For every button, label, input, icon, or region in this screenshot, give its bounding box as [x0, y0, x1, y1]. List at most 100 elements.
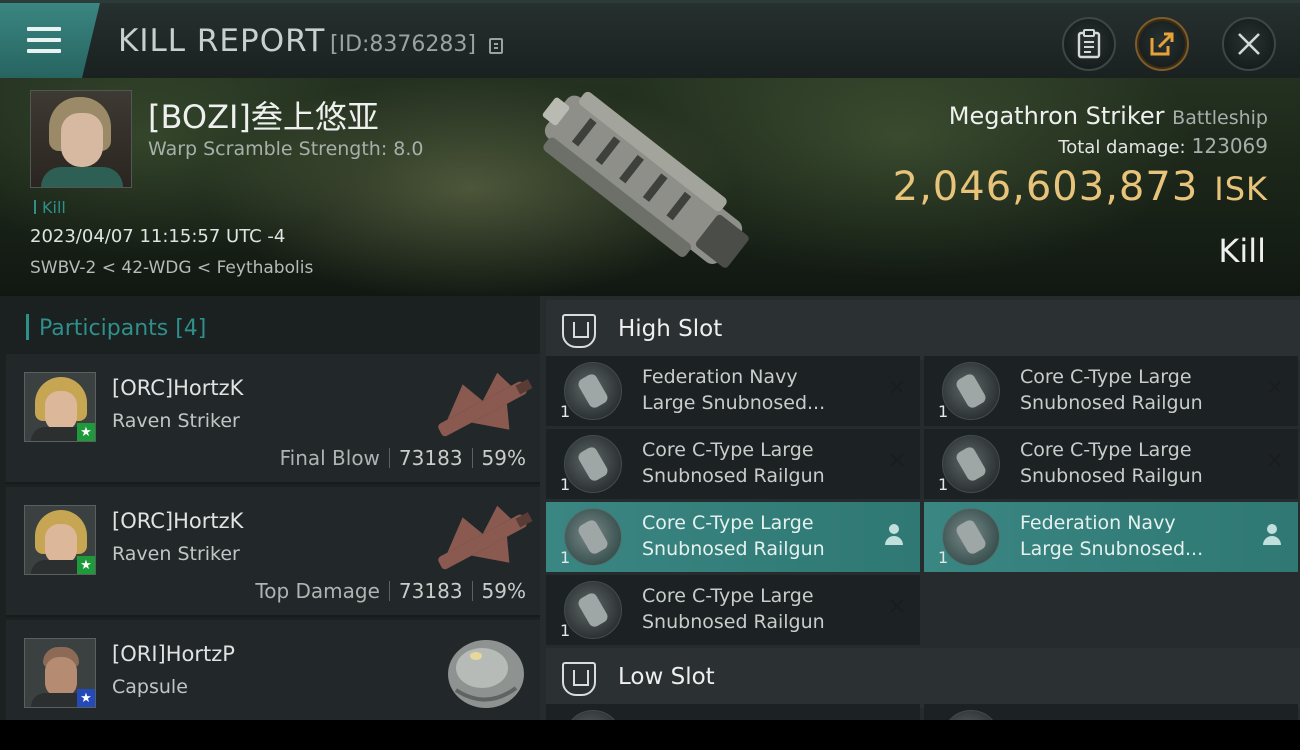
kill-location[interactable]: SWBV-2 < 42-WDG < Feythabolis: [30, 258, 313, 278]
module-name-line: Snubnosed Railgun: [642, 611, 825, 633]
participant-row[interactable]: ★ [ORI]HortzP Capsule: [6, 620, 540, 720]
low-slot-header[interactable]: Low Slot: [546, 648, 1300, 708]
report-id: [ID:8376283]: [330, 32, 476, 57]
low-slot-title: Low Slot: [618, 664, 715, 690]
menu-button[interactable]: [0, 3, 100, 78]
participant-name: [ORC]HortzK: [112, 376, 244, 400]
module-name-line: Core C-Type Large: [642, 439, 814, 461]
destroyed-x-icon: ✕: [887, 376, 906, 401]
module-item-dropped[interactable]: 1 Core C-Type Large Snubnosed Railgun: [546, 502, 920, 572]
stat-divider: [388, 581, 390, 601]
clipboard-button[interactable]: [1062, 17, 1116, 71]
participant-ship-image: [438, 372, 533, 437]
victim-ship-name[interactable]: Megathron Striker Battleship: [949, 102, 1268, 130]
railgun-icon: [942, 435, 1000, 493]
avatar: ★: [24, 505, 96, 575]
participant-row[interactable]: ★ [ORC]HortzK Raven Striker Final Blow 73…: [6, 354, 540, 484]
participant-row[interactable]: ★ [ORC]HortzK Raven Striker Top Damage 73…: [6, 487, 540, 617]
module-item[interactable]: [924, 704, 1298, 720]
participant-name: [ORI]HortzP: [112, 642, 235, 666]
header-bar: KILL REPORT [ID:8376283]: [0, 0, 1300, 78]
participants-panel: Participants [4] ★ [ORC]HortzK Raven Str…: [0, 296, 540, 720]
module-item[interactable]: 1 Core C-Type Large Snubnosed Railgun ✕: [546, 575, 920, 645]
module-item[interactable]: 1 Core C-Type Large Snubnosed Railgun ✕: [546, 429, 920, 499]
module-name-line: Snubnosed Railgun: [642, 465, 825, 487]
module-quantity: 1: [938, 475, 949, 494]
high-slot-header[interactable]: High Slot: [546, 300, 1300, 360]
module-name: Core C-Type Large Snubnosed Railgun: [1020, 437, 1250, 489]
module-quantity: 1: [560, 475, 571, 494]
victim-portrait[interactable]: [30, 90, 132, 188]
module-icon: [564, 710, 622, 720]
isk-unit: ISK: [1214, 170, 1268, 208]
module-name: Federation Navy Large Snubnosed...: [1020, 510, 1250, 562]
railgun-icon: [942, 508, 1000, 566]
standing-star-icon: ★: [77, 556, 95, 574]
module-item[interactable]: 1 Core C-Type Large Snubnosed Railgun ✕: [924, 356, 1298, 426]
avatar: ★: [24, 638, 96, 708]
module-item[interactable]: [546, 704, 920, 720]
module-item-dropped[interactable]: 1 Federation Navy Large Snubnosed...: [924, 502, 1298, 572]
destroyed-x-icon: ✕: [1265, 449, 1284, 474]
module-name: Core C-Type Large Snubnosed Railgun: [642, 510, 872, 562]
kill-datetime: 2023/04/07 11:15:57 UTC -4: [30, 226, 286, 247]
portrait-face: [61, 113, 103, 167]
module-name-line: Federation Navy: [1020, 512, 1176, 534]
railgun-icon: [564, 362, 622, 420]
capsule-image: [448, 640, 524, 708]
module-name-line: Snubnosed Railgun: [642, 538, 825, 560]
hamburger-icon: [27, 27, 61, 31]
close-icon: [1238, 33, 1260, 55]
module-name-line: Core C-Type Large: [642, 512, 814, 534]
participants-heading[interactable]: Participants [4]: [26, 314, 206, 341]
module-name-line: Large Snubnosed...: [1020, 538, 1204, 560]
module-item[interactable]: 1 Federation Navy Large Snubnosed... ✕: [546, 356, 920, 426]
railgun-icon: [942, 362, 1000, 420]
person-icon: [1262, 524, 1282, 548]
total-damage-label: Total damage:: [1058, 137, 1186, 158]
destroyed-x-icon: ✕: [887, 449, 906, 474]
module-name-line: Core C-Type Large: [642, 585, 814, 607]
top-damage-label: Top Damage: [255, 579, 380, 603]
module-icon: [942, 710, 1000, 720]
share-button[interactable]: [1135, 17, 1189, 71]
page-title: KILL REPORT: [118, 23, 326, 59]
standing-star-icon: ★: [77, 689, 95, 707]
module-name: Core C-Type Large Snubnosed Railgun: [1020, 364, 1250, 416]
warp-scramble-strength: Warp Scramble Strength: 8.0: [148, 138, 424, 160]
ship-class: Battleship: [1172, 107, 1268, 129]
destroyed-x-icon: ✕: [1265, 376, 1284, 401]
participant-name: [ORC]HortzK: [112, 509, 244, 533]
person-icon: [884, 524, 904, 548]
kill-tag: Kill: [34, 198, 66, 217]
high-slot-title: High Slot: [618, 316, 723, 342]
clipboard-icon: [1077, 29, 1101, 59]
stat-divider: [471, 448, 473, 468]
module-quantity: 1: [938, 402, 949, 421]
stat-divider: [388, 448, 390, 468]
module-name-line: Core C-Type Large: [1020, 439, 1192, 461]
participant-stats: Top Damage 73183 59%: [255, 579, 526, 603]
fitting-panel: High Slot 1 Federation Navy Large Snubno…: [540, 296, 1300, 720]
victim-name[interactable]: [BOZI]叁上悠亚: [148, 92, 379, 138]
avatar-face: [45, 391, 77, 431]
slot-icon: [562, 314, 596, 348]
isk-amount: 2,046,603,873: [892, 164, 1199, 210]
bottom-edge: [0, 720, 1300, 750]
avatar-face: [45, 657, 77, 697]
module-name-line: Snubnosed Railgun: [1020, 392, 1203, 414]
portrait-body: [41, 167, 123, 187]
participant-damage-percent: 59%: [481, 446, 526, 470]
module-quantity: 1: [560, 402, 571, 421]
standing-star-icon: ★: [77, 423, 95, 441]
share-icon: [1150, 32, 1174, 56]
module-name-line: Large Snubnosed...: [642, 392, 826, 414]
ship-name-text: Megathron Striker: [948, 102, 1165, 130]
close-button[interactable]: [1222, 17, 1276, 71]
slot-icon: [562, 662, 596, 696]
copy-icon[interactable]: [489, 38, 503, 54]
module-item[interactable]: 1 Core C-Type Large Snubnosed Railgun ✕: [924, 429, 1298, 499]
module-name: Core C-Type Large Snubnosed Railgun: [642, 437, 872, 489]
victim-ship-image[interactable]: [520, 86, 770, 286]
kill-summary-hero: [BOZI]叁上悠亚 Warp Scramble Strength: 8.0 K…: [0, 78, 1300, 296]
